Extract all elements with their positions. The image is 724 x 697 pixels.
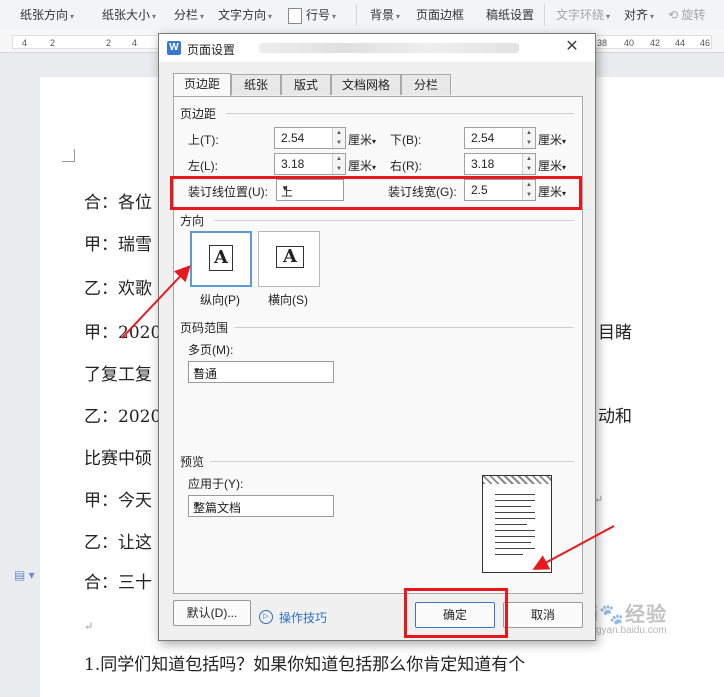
arrow-to-portrait xyxy=(121,265,191,339)
tab-margins[interactable]: 页边距 xyxy=(173,73,231,96)
arrow-to-preview xyxy=(532,525,615,570)
annotation-arrows xyxy=(121,265,615,570)
